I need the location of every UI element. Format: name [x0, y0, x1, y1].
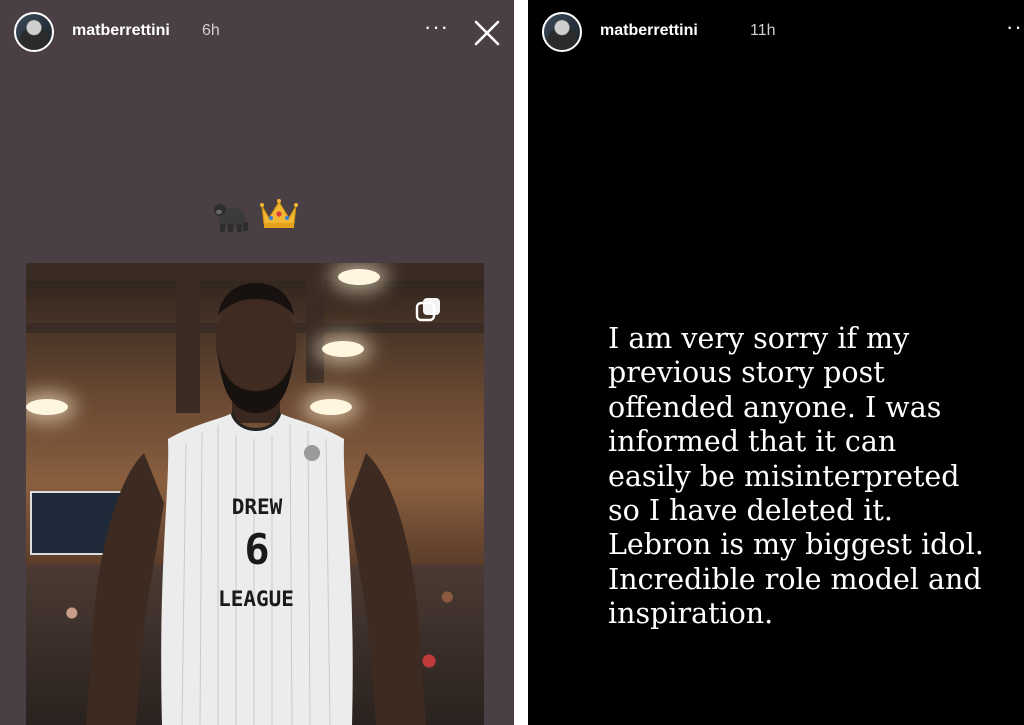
- story-panel-right[interactable]: matberrettini 11h ··· I am very sorry if…: [528, 0, 1024, 725]
- more-options-icon[interactable]: ···: [1006, 14, 1024, 40]
- jersey-text-bottom: LEAGUE: [218, 587, 294, 611]
- shared-post-photo[interactable]: DREW 6 LEAGUE: [26, 263, 484, 725]
- timestamp: 6h: [202, 22, 220, 39]
- story-header: matberretti­ni 6h ···: [14, 10, 500, 54]
- story-panel-left[interactable]: matberretti­ni 6h ···: [0, 0, 514, 725]
- story-text: I am very sorry if my previous story pos…: [608, 322, 984, 631]
- more-options-icon[interactable]: ···: [424, 14, 449, 40]
- jersey-number: 6: [244, 525, 270, 574]
- username[interactable]: matberretti­ni: [72, 22, 170, 40]
- gorilla-icon: [214, 204, 248, 232]
- crown-icon: [260, 199, 298, 228]
- avatar[interactable]: [14, 12, 54, 52]
- player-figure: [86, 283, 426, 725]
- close-icon[interactable]: [472, 18, 502, 48]
- username[interactable]: matberrettini: [600, 22, 698, 40]
- timestamp: 11h: [750, 22, 776, 39]
- emoji-row: [212, 192, 302, 236]
- jersey-text-top: DREW: [231, 495, 283, 519]
- avatar[interactable]: [542, 12, 582, 52]
- multiple-posts-icon: [415, 298, 440, 322]
- story-header: matberrettini 11h ···: [542, 10, 1024, 54]
- panel-divider: [514, 0, 528, 725]
